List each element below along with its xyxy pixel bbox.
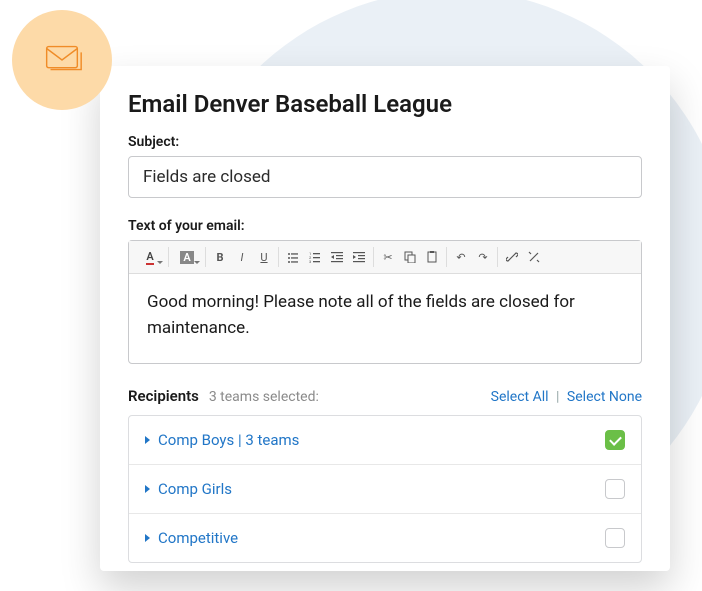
toolbar-separator xyxy=(446,247,447,267)
recipient-group-row[interactable]: Comp Girls xyxy=(129,465,641,514)
link-divider: | xyxy=(556,389,559,405)
group-label: Competitive xyxy=(158,529,238,547)
recipients-group-list: Comp Boys | 3 teams Comp Girls Competiti… xyxy=(128,415,642,563)
italic-button[interactable]: I xyxy=(231,245,253,269)
toolbar-separator xyxy=(205,247,206,267)
email-compose-card: Email Denver Baseball League Subject: Te… xyxy=(100,66,670,571)
recipient-group-row[interactable]: Competitive xyxy=(129,514,641,562)
number-list-button[interactable]: 123 xyxy=(304,245,326,269)
email-icon-badge xyxy=(12,10,112,110)
group-label: Comp Girls xyxy=(158,480,232,498)
outdent-button[interactable] xyxy=(326,245,348,269)
toolbar-separator xyxy=(278,247,279,267)
recipient-group-row[interactable]: Comp Boys | 3 teams xyxy=(129,416,641,465)
svg-text:3: 3 xyxy=(309,259,311,263)
underline-button[interactable]: U xyxy=(253,245,275,269)
toolbar-separator xyxy=(168,247,169,267)
cut-button[interactable]: ✂ xyxy=(377,245,399,269)
toolbar-separator xyxy=(373,247,374,267)
unlink-button[interactable] xyxy=(523,245,545,269)
bold-button[interactable]: B xyxy=(209,245,231,269)
select-all-link[interactable]: Select All xyxy=(491,389,549,405)
editor-toolbar: A A B I U 123 ✂ xyxy=(129,241,641,274)
envelope-stack-icon xyxy=(39,37,85,83)
link-button[interactable] xyxy=(501,245,523,269)
email-body-textarea[interactable]: Good morning! Please note all of the fie… xyxy=(129,274,641,363)
copy-button[interactable] xyxy=(399,245,421,269)
undo-button[interactable]: ↶ xyxy=(450,245,472,269)
redo-button[interactable]: ↷ xyxy=(472,245,494,269)
background-color-button[interactable]: A xyxy=(172,245,202,269)
subject-input[interactable] xyxy=(128,156,642,198)
chevron-right-icon xyxy=(145,485,150,493)
group-checkbox[interactable] xyxy=(605,430,625,450)
group-label: Comp Boys | 3 teams xyxy=(158,431,299,449)
chevron-right-icon xyxy=(145,534,150,542)
indent-button[interactable] xyxy=(348,245,370,269)
page-title: Email Denver Baseball League xyxy=(128,90,642,118)
chevron-right-icon xyxy=(145,436,150,444)
rich-text-editor: A A B I U 123 ✂ xyxy=(128,240,642,364)
group-checkbox[interactable] xyxy=(605,528,625,548)
group-checkbox[interactable] xyxy=(605,479,625,499)
font-color-button[interactable]: A xyxy=(135,245,165,269)
recipients-label: Recipients xyxy=(128,387,199,405)
bullet-list-button[interactable] xyxy=(282,245,304,269)
recipients-header: Recipients 3 teams selected: Select All … xyxy=(128,386,642,405)
body-label: Text of your email: xyxy=(128,218,642,234)
paste-button[interactable] xyxy=(421,245,443,269)
toolbar-separator xyxy=(497,247,498,267)
select-none-link[interactable]: Select None xyxy=(567,389,642,405)
subject-label: Subject: xyxy=(128,134,642,150)
recipients-summary: 3 teams selected: xyxy=(209,389,319,405)
